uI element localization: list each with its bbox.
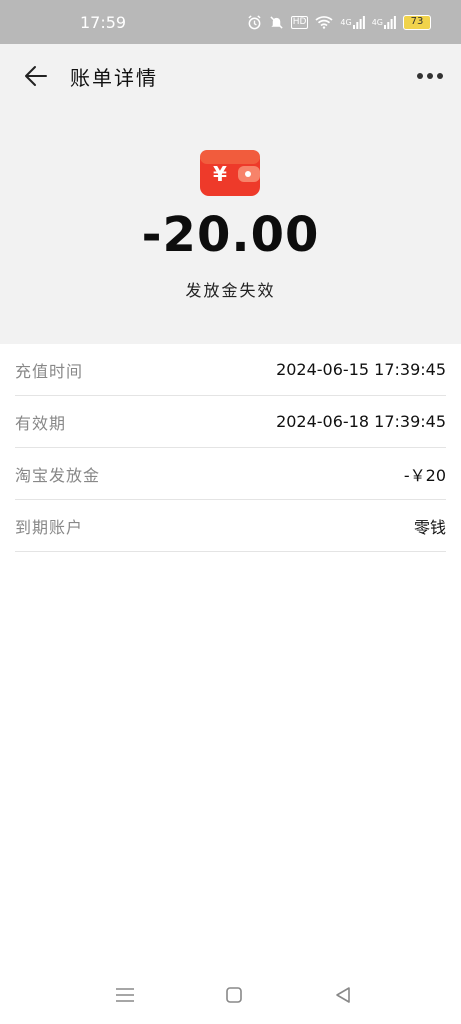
detail-value: -￥20 — [403, 465, 446, 485]
page-title: 账单详情 — [70, 66, 158, 90]
back-nav-button[interactable] — [330, 984, 356, 1006]
detail-row-recharge-time: 充值时间 2024-06-15 17:39:45 — [15, 344, 446, 396]
header-area: 账单详情 ¥ -20.00 发放金失效 — [0, 44, 461, 344]
wifi-icon — [315, 15, 333, 29]
detail-label: 充值时间 — [15, 361, 84, 381]
status-time: 17:59 — [80, 12, 127, 32]
signal-type-label: 4G — [340, 17, 352, 27]
detail-label: 到期账户 — [15, 517, 84, 537]
detail-value: 2024-06-15 17:39:45 — [276, 360, 446, 379]
more-button[interactable] — [415, 64, 445, 88]
menu-button[interactable] — [112, 984, 138, 1006]
amount-description: 发放金失效 — [185, 281, 276, 300]
status-icons: HD 4G 4G 73 — [247, 14, 431, 30]
home-button[interactable] — [221, 984, 247, 1006]
amount-value: -20.00 — [141, 207, 320, 263]
more-dots-icon — [417, 73, 443, 79]
detail-value: 零钱 — [413, 517, 446, 537]
detail-value: 2024-06-18 17:39:45 — [276, 412, 446, 431]
detail-row-taobao-credit: 淘宝发放金 -￥20 — [15, 448, 446, 500]
nav-bar: 账单详情 — [0, 44, 461, 108]
back-button[interactable] — [22, 62, 50, 90]
status-bar: 17:59 HD 4G 4G 73 — [0, 0, 461, 44]
signal-icon: 4G — [340, 15, 365, 29]
home-square-icon — [226, 987, 242, 1003]
detail-row-expiry-account: 到期账户 零钱 — [15, 500, 446, 552]
detail-label: 有效期 — [15, 413, 67, 433]
back-triangle-icon — [336, 987, 350, 1003]
arrow-left-icon — [25, 66, 47, 86]
detail-list: 充值时间 2024-06-15 17:39:45 有效期 2024-06-18 … — [15, 344, 446, 552]
wallet-icon: ¥ — [198, 148, 262, 198]
system-nav-bar — [0, 970, 461, 1024]
signal-icon: 4G — [371, 15, 396, 29]
battery-icon: 73 — [403, 14, 431, 30]
signal-type-label: 4G — [371, 17, 383, 27]
alarm-icon — [247, 14, 262, 30]
detail-label: 淘宝发放金 — [15, 465, 101, 485]
wallet-symbol: ¥ — [213, 162, 227, 186]
detail-row-validity: 有效期 2024-06-18 17:39:45 — [15, 396, 446, 448]
battery-level: 73 — [410, 16, 424, 27]
mute-icon — [269, 15, 284, 30]
menu-icon — [116, 988, 134, 1002]
hd-icon: HD — [290, 15, 309, 29]
